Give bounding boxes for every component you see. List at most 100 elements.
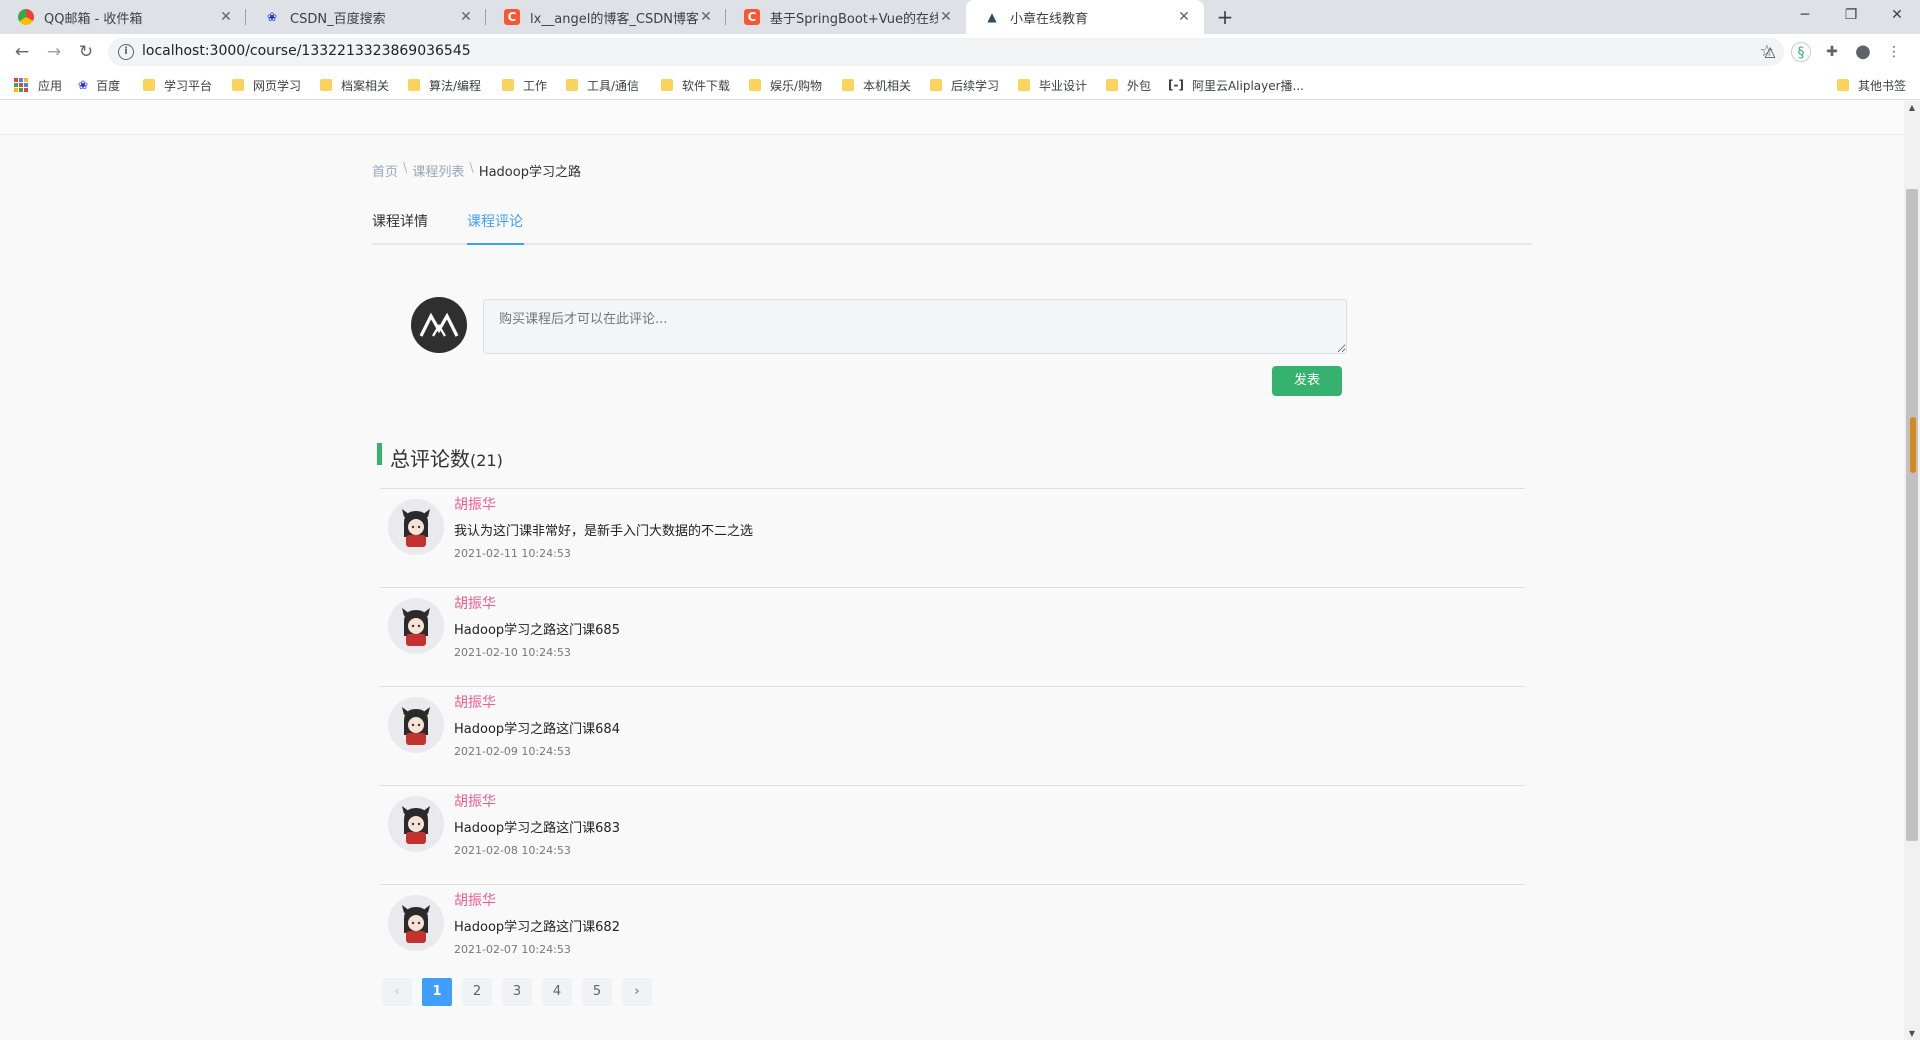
comment-input[interactable] — [483, 299, 1347, 354]
bookmark-folder[interactable]: 工作 — [502, 76, 547, 94]
tab-course-comments[interactable]: 课程评论 — [467, 211, 523, 231]
bookmark-label: 工作 — [523, 78, 548, 93]
folder-icon — [320, 79, 332, 91]
bookmark-label: 网页学习 — [253, 78, 302, 93]
comment-content: Hadoop学习之路这门课683 — [454, 821, 620, 836]
avatar[interactable] — [388, 697, 444, 753]
tab-close-icon[interactable]: ✕ — [218, 9, 234, 25]
comment-time: 2021-02-10 10:24:53 — [454, 646, 571, 659]
pagination-page-2[interactable]: 2 — [462, 978, 492, 1006]
active-tab-indicator — [467, 243, 524, 245]
reload-icon[interactable]: ↻ — [74, 40, 98, 64]
pagination-page-3[interactable]: 3 — [502, 978, 532, 1006]
comment-content: Hadoop学习之路这门课682 — [454, 920, 620, 935]
bookmark-folder[interactable]: 娱乐/购物 — [749, 76, 822, 94]
browser-tab-strip: QQ邮箱 - 收件箱 ✕ ❀ CSDN_百度搜索 ✕ C lx__angel的博… — [0, 0, 1920, 34]
comment-time: 2021-02-07 10:24:53 — [454, 943, 571, 956]
breadcrumb-separator: \ — [469, 161, 474, 176]
page-scrollbar[interactable]: ▲ ▼ — [1904, 101, 1920, 1040]
scrollbar-thumb[interactable] — [1906, 189, 1918, 841]
section-accent-bar — [377, 443, 382, 465]
tab-close-icon[interactable]: ✕ — [698, 9, 714, 25]
bookmark-folder[interactable]: 网页学习 — [232, 76, 301, 94]
folder-icon — [1106, 79, 1118, 91]
profile-avatar-icon[interactable]: ● — [1853, 42, 1873, 62]
pagination-page-1[interactable]: 1 — [422, 978, 452, 1006]
bookmark-folder[interactable]: 本机相关 — [842, 76, 911, 94]
mountain-logo-icon — [419, 312, 459, 337]
tab-close-icon[interactable]: ✕ — [458, 9, 474, 25]
pagination-page-4[interactable]: 4 — [542, 978, 572, 1006]
browser-tab-csdn-blog[interactable]: C lx__angel的博客_CSDN博客-JAVA ✕ — [486, 0, 726, 34]
bookmark-folder[interactable]: 后续学习 — [930, 76, 999, 94]
pagination-next-button[interactable]: › — [622, 978, 652, 1006]
bookmark-folder[interactable]: 算法/编程 — [408, 76, 481, 94]
anime-girl-avatar-icon — [402, 806, 430, 844]
bookmark-aliyun[interactable]: [-] 阿里云Aliplayer播... — [1168, 76, 1304, 94]
scroll-up-arrow-icon[interactable]: ▲ — [1904, 103, 1920, 112]
folder-icon — [1837, 79, 1849, 91]
new-tab-plus-icon[interactable]: + — [1213, 6, 1237, 28]
browser-tab-csdn-article[interactable]: C 基于SpringBoot+Vue的在线教育 ✕ — [726, 0, 966, 34]
bookmark-folder[interactable]: 工具/通信 — [566, 76, 639, 94]
list-item: 胡振华 Hadoop学习之路这门课683 2021-02-08 10:24:53 — [380, 785, 1525, 884]
avatar[interactable] — [388, 499, 444, 555]
pagination: ‹ 1 2 3 4 5 › — [382, 978, 662, 1006]
extension-icon[interactable]: § — [1791, 42, 1811, 62]
avatar[interactable] — [388, 598, 444, 654]
folder-icon — [408, 79, 420, 91]
tab-title: lx__angel的博客_CSDN博客-JAVA — [530, 11, 698, 27]
course-tabs: 课程详情 课程评论 — [372, 203, 1532, 245]
comment-count-heading: 总评论数(21) — [390, 443, 503, 472]
folder-icon — [566, 79, 578, 91]
csdn-icon: C — [504, 9, 520, 25]
bookmark-folder[interactable]: 学习平台 — [143, 76, 212, 94]
bookmark-apps[interactable]: 应用 — [14, 76, 62, 94]
bookmark-folder[interactable]: 毕业设计 — [1018, 76, 1087, 94]
breadcrumb-separator: \ — [403, 161, 408, 176]
bookmark-baidu[interactable]: ❀ 百度 — [78, 76, 120, 94]
url-text[interactable]: localhost:3000/course/133221332386903654… — [142, 43, 471, 59]
comment-username: 胡振华 — [454, 695, 496, 711]
breadcrumb-home[interactable]: 首页 — [372, 161, 398, 180]
browser-menu-icon[interactable]: ⋮ — [1884, 42, 1904, 62]
restore-icon[interactable]: ❐ — [1828, 0, 1874, 30]
bookmark-folder[interactable]: 档案相关 — [320, 76, 389, 94]
tab-close-icon[interactable]: ✕ — [1176, 9, 1192, 25]
site-info-icon[interactable]: i — [118, 44, 134, 60]
tab-close-icon[interactable]: ✕ — [938, 9, 954, 25]
aliyun-icon: [-] — [1168, 78, 1184, 92]
bookmark-folder[interactable]: 软件下载 — [661, 76, 730, 94]
browser-toolbar: ← → ↻ i localhost:3000/course/1332213323… — [0, 34, 1920, 70]
bookmark-other[interactable]: 其他书签 — [1837, 76, 1906, 94]
bookmark-label: 毕业设计 — [1039, 78, 1088, 93]
window-close-icon[interactable]: ✕ — [1874, 0, 1920, 30]
current-user-avatar — [411, 297, 467, 353]
minimize-icon[interactable]: ─ — [1782, 0, 1828, 30]
folder-icon — [661, 79, 673, 91]
forward-arrow-icon[interactable]: → — [42, 40, 66, 64]
browser-tab-baidu[interactable]: ❀ CSDN_百度搜索 ✕ — [246, 0, 486, 34]
avatar[interactable] — [388, 796, 444, 852]
avatar[interactable] — [388, 895, 444, 951]
browser-tab-active[interactable]: ▲ 小章在线教育 ✕ — [966, 0, 1204, 34]
scroll-down-arrow-icon[interactable]: ▼ — [1904, 1029, 1920, 1038]
vue-devtools-extension-icon[interactable]: △ — [1760, 42, 1780, 62]
pagination-prev-button[interactable]: ‹ — [382, 978, 412, 1006]
site-header-strip — [0, 101, 1904, 135]
bookmark-label: 外包 — [1127, 78, 1152, 93]
comment-username: 胡振华 — [454, 497, 496, 513]
bookmark-folder[interactable]: 外包 — [1106, 76, 1151, 94]
bookmark-label: 后续学习 — [951, 78, 1000, 93]
extensions-puzzle-icon[interactable]: ✚ — [1822, 42, 1842, 62]
tab-title: 基于SpringBoot+Vue的在线教育 — [770, 11, 938, 27]
back-arrow-icon[interactable]: ← — [10, 40, 34, 64]
tab-course-detail[interactable]: 课程详情 — [372, 211, 428, 231]
publish-button[interactable]: 发表 — [1272, 366, 1342, 396]
pagination-page-5[interactable]: 5 — [582, 978, 612, 1006]
address-bar[interactable]: i localhost:3000/course/1332213323869036… — [108, 38, 1784, 66]
list-item: 胡振华 Hadoop学习之路这门课685 2021-02-10 10:24:53 — [380, 587, 1525, 686]
comment-content: Hadoop学习之路这门课684 — [454, 722, 620, 737]
browser-tab-qqmail[interactable]: QQ邮箱 - 收件箱 ✕ — [0, 0, 246, 34]
breadcrumb-course-list[interactable]: 课程列表 — [412, 161, 464, 180]
